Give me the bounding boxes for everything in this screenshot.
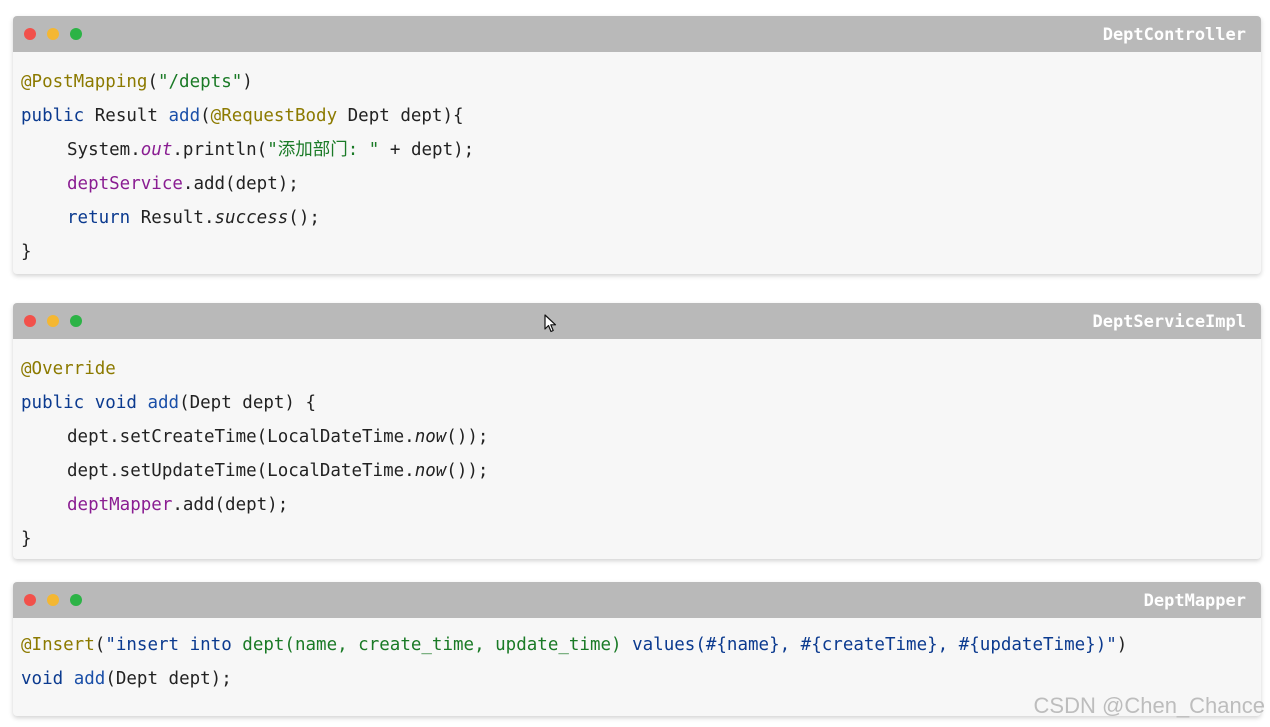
code-token: (Dept dept); <box>105 669 232 689</box>
code-token: ()); <box>446 427 489 447</box>
code-line: } <box>21 522 1261 556</box>
minimize-dot-icon[interactable] <box>47 594 59 606</box>
code-line: return Result.success(); <box>21 201 1261 235</box>
code-line: @PostMapping("/depts") <box>21 65 1261 99</box>
code-token: ( <box>200 106 211 126</box>
code-token: } <box>21 529 32 549</box>
code-line: @Override <box>21 352 1261 386</box>
keyword-token: public <box>21 106 85 126</box>
annotation-token: @RequestBody <box>210 106 338 126</box>
panel-title: DeptServiceImpl <box>1092 312 1246 332</box>
code-token: (); <box>288 208 320 228</box>
sql-keyword-token: "insert into <box>105 635 243 655</box>
field-token: deptMapper <box>67 495 173 515</box>
field-token: out <box>140 140 173 160</box>
code-token: dept.setUpdateTime(LocalDateTime. <box>67 461 415 481</box>
code-token: } <box>21 242 32 262</box>
method-token: add <box>73 669 106 689</box>
code-line: System.out.println("添加部门: " + dept); <box>21 133 1261 167</box>
code-line: void add(Dept dept); <box>21 662 1261 696</box>
code-panel-dept-controller: DeptController @PostMapping("/depts") pu… <box>13 16 1261 274</box>
annotation-token: @PostMapping <box>21 72 148 92</box>
annotation-token: @Override <box>21 359 116 379</box>
code-token: ) <box>1116 635 1128 655</box>
string-token: "添加部门: " <box>267 140 380 160</box>
code-line: dept.setCreateTime(LocalDateTime.now()); <box>21 420 1261 454</box>
keyword-token: void <box>21 669 64 689</box>
code-line: public Result add(@RequestBody Dept dept… <box>21 99 1261 133</box>
panel-titlebar: DeptMapper <box>13 582 1261 618</box>
code-block: @Override public void add(Dept dept) { d… <box>13 339 1261 559</box>
code-line: deptService.add(dept); <box>21 167 1261 201</box>
code-block: @Insert("insert into dept(name, create_t… <box>13 618 1261 702</box>
code-panel-dept-service-impl: DeptServiceImpl @Override public void ad… <box>13 303 1261 559</box>
code-token: (Dept dept) { <box>179 393 317 413</box>
code-token: Dept dept){ <box>337 106 464 126</box>
code-line: public void add(Dept dept) { <box>21 386 1261 420</box>
code-token: .add(dept); <box>172 495 289 515</box>
code-token: .add(dept); <box>182 174 299 194</box>
string-token: "/depts" <box>157 72 243 92</box>
code-line: deptMapper.add(dept); <box>21 488 1261 522</box>
panel-title: DeptMapper <box>1143 591 1246 611</box>
code-token: + dept); <box>379 140 475 160</box>
field-token: deptService <box>67 174 183 194</box>
static-method-token: now <box>414 427 447 447</box>
code-line: dept.setUpdateTime(LocalDateTime.now()); <box>21 454 1261 488</box>
code-token: dept.setCreateTime(LocalDateTime. <box>67 427 415 447</box>
minimize-dot-icon[interactable] <box>47 315 59 327</box>
code-block: @PostMapping("/depts") public Result add… <box>13 52 1261 274</box>
close-dot-icon[interactable] <box>24 28 36 40</box>
static-method-token: success <box>214 208 289 228</box>
watermark-text: CSDN @Chen_Chance <box>1033 693 1265 718</box>
maximize-dot-icon[interactable] <box>70 28 82 40</box>
mouse-pointer-icon <box>544 314 557 333</box>
code-token: .println( <box>172 140 268 160</box>
close-dot-icon[interactable] <box>24 594 36 606</box>
sql-table-token: dept(name, create_time, update_time) <box>242 635 633 655</box>
panel-titlebar: DeptController <box>13 16 1261 52</box>
code-token: Result <box>84 106 169 126</box>
code-token: ( <box>147 72 158 92</box>
code-line: } <box>21 235 1261 269</box>
minimize-dot-icon[interactable] <box>47 28 59 40</box>
method-token: add <box>168 106 201 126</box>
code-token: ) <box>242 72 253 92</box>
code-token: Result. <box>130 208 215 228</box>
panel-titlebar: DeptServiceImpl <box>13 303 1261 339</box>
code-token: ()); <box>446 461 489 481</box>
code-token: ( <box>94 635 106 655</box>
keyword-token: void <box>94 393 137 413</box>
maximize-dot-icon[interactable] <box>70 315 82 327</box>
keyword-token: public <box>21 393 85 413</box>
close-dot-icon[interactable] <box>24 315 36 327</box>
maximize-dot-icon[interactable] <box>70 594 82 606</box>
method-token: add <box>147 393 180 413</box>
code-token: System. <box>67 140 141 160</box>
static-method-token: now <box>414 461 447 481</box>
annotation-token: @Insert <box>21 635 95 655</box>
panel-title: DeptController <box>1102 25 1246 45</box>
code-line: @Insert("insert into dept(name, create_t… <box>21 628 1261 662</box>
sql-keyword-token: values(#{name}, #{createTime}, #{updateT… <box>632 635 1117 655</box>
keyword-token: return <box>67 208 131 228</box>
